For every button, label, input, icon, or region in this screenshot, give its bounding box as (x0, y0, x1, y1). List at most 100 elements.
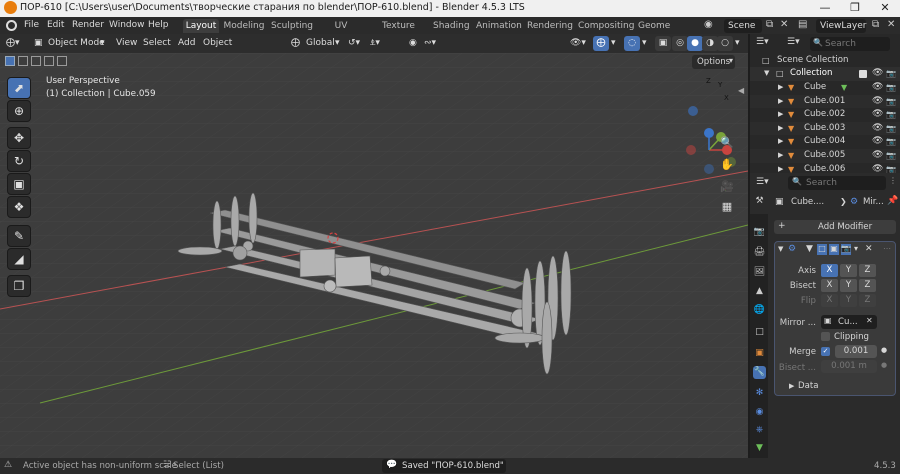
scale-tool-icon[interactable]: ▣ (7, 173, 31, 195)
object-mode-dropdown[interactable]: Object Mode (48, 36, 105, 51)
tab-physics-icon[interactable]: ◉ (753, 406, 766, 419)
pan-hand-icon[interactable]: ✋ (717, 155, 737, 175)
outliner-editor-type-icon[interactable]: ☰▾ (756, 37, 769, 47)
snap-icon[interactable]: ⍎▾ (370, 36, 380, 51)
select-mode-subtract-icon[interactable] (31, 56, 41, 66)
tab-geometry[interactable]: Geome (638, 19, 670, 33)
outliner-object-row[interactable]: ▶ ▼ Cube.005 👁 📷 (750, 149, 900, 163)
object-visibility-eye-icon[interactable]: 👁 (872, 122, 883, 136)
transform-tool-icon[interactable]: ❖ (7, 196, 31, 218)
tab-animation[interactable]: Animation (476, 19, 522, 33)
transform-orientation-dropdown[interactable]: Global (306, 36, 335, 51)
tab-constraints-icon[interactable]: ⎈ (753, 424, 766, 437)
select-mode-new-icon[interactable] (5, 56, 15, 66)
tab-object-icon[interactable]: ▣ (753, 347, 766, 360)
menu-select[interactable]: Select (143, 36, 171, 51)
camera-view-icon[interactable]: 🎥 (717, 177, 737, 197)
cage-toggle-icon[interactable]: □ (817, 244, 827, 255)
object-visibility-eye-icon[interactable]: 👁 (872, 135, 883, 149)
outliner-filter-icon[interactable]: ☰▾ (787, 37, 800, 47)
menu-window[interactable]: Window (109, 20, 145, 30)
shading-wireframe-icon[interactable]: ◎ (672, 36, 688, 51)
scene-copy-icon[interactable]: ⧉ (766, 19, 773, 30)
pivot-point-icon[interactable]: ↺▾ (348, 36, 360, 51)
tab-render-icon[interactable]: 📷 (753, 226, 766, 239)
perspective-toggle-icon[interactable]: ▦ (717, 197, 737, 217)
tab-layout[interactable]: Layout (183, 19, 219, 33)
menu-edit[interactable]: Edit (47, 20, 64, 30)
scene-icon[interactable]: ◉ (704, 19, 713, 30)
object-render-camera-icon[interactable]: 📷 (886, 108, 896, 122)
viewlayer-copy-icon[interactable]: ⧉ (872, 19, 879, 30)
3d-viewport[interactable]: X Z Y User Perspective (1) Collection | … (0, 53, 748, 458)
object-render-camera-icon[interactable]: 📷 (886, 95, 896, 109)
blender-menu-icon[interactable] (6, 20, 17, 31)
bisect-z-toggle[interactable]: Z (859, 279, 876, 292)
tab-modifier-icon[interactable]: 🔧 (753, 366, 766, 379)
object-expand-icon[interactable]: ▶ (778, 122, 783, 136)
menu-add[interactable]: Add (178, 36, 195, 51)
xray-toggle-icon[interactable]: ▣ (655, 36, 671, 51)
edit-mode-toggle-icon[interactable]: ▼ (806, 244, 813, 254)
rotate-tool-icon[interactable]: ↻ (7, 150, 31, 172)
data-subpanel-expand-icon[interactable]: ▶ (789, 382, 794, 390)
axis-y-toggle[interactable]: Y (840, 264, 857, 277)
outliner-object-row[interactable]: ▶ ▼ Cube.004 👁 📷 (750, 135, 900, 149)
outliner-object-row[interactable]: ▶ ▼ Cube.003 👁 📷 (750, 121, 900, 136)
pin-icon[interactable]: 📌 (887, 196, 898, 206)
shading-material-icon[interactable]: ◑ (702, 36, 718, 51)
scene-delete-icon[interactable]: ✕ (780, 19, 788, 30)
gizmo-toggle-icon[interactable]: ⨁ (593, 36, 609, 51)
realtime-toggle-icon[interactable]: ▣ (829, 244, 839, 255)
tab-tool-icon[interactable]: ⚒ (753, 195, 766, 208)
merge-checkbox[interactable]: ✓ (821, 347, 830, 356)
shading-solid-icon[interactable]: ● (687, 36, 703, 51)
tab-rendering[interactable]: Rendering (527, 19, 573, 33)
modifier-collapse-icon[interactable]: ▼ (778, 245, 783, 253)
outliner-collection[interactable]: ▼ □ Collection 👁 📷 (750, 67, 900, 81)
object-visibility-eye-icon[interactable]: 👁 (872, 149, 883, 163)
falloff-icon[interactable]: ∾▾ (424, 36, 436, 51)
proportional-edit-icon[interactable]: ◉ (409, 36, 417, 51)
move-tool-icon[interactable]: ✥ (7, 127, 31, 149)
flip-z-toggle[interactable]: Z (859, 294, 876, 307)
object-render-camera-icon[interactable]: 📷 (886, 122, 896, 136)
menu-file[interactable]: File (24, 20, 39, 30)
clipping-checkbox[interactable] (821, 332, 830, 341)
object-expand-icon[interactable]: ▶ (778, 95, 783, 109)
tab-sculpting[interactable]: Sculpting (271, 19, 313, 33)
object-visibility-eye-icon[interactable]: 👁 (872, 108, 883, 122)
tab-modeling[interactable]: Modeling (223, 19, 265, 33)
editor-type-icon[interactable]: ⨁▾ (6, 36, 20, 51)
modifier-drag-handle-icon[interactable]: ⋯ (883, 244, 891, 253)
tab-data-icon[interactable]: ▼ (753, 442, 766, 455)
tab-compositing[interactable]: Compositing (578, 19, 634, 33)
object-expand-icon[interactable]: ▶ (778, 149, 783, 163)
menu-object[interactable]: Object (203, 36, 232, 51)
properties-options-icon[interactable]: ⋮ (889, 176, 897, 185)
tab-shading[interactable]: Shading (433, 19, 470, 33)
visibility-icon[interactable]: 👁▾ (570, 36, 586, 51)
merge-keyframe-dot-icon[interactable]: ● (881, 346, 887, 354)
collection-render-camera-icon[interactable]: 📷 (886, 67, 896, 81)
overlay-toggle-icon[interactable]: ◌ (624, 36, 640, 51)
add-modifier-button[interactable]: + Add Modifier (774, 220, 896, 234)
outliner-scene-collection[interactable]: □ Scene Collection (750, 54, 900, 68)
object-visibility-eye-icon[interactable]: 👁 (872, 81, 883, 95)
object-expand-icon[interactable]: ▶ (778, 135, 783, 149)
flip-x-toggle[interactable]: X (821, 294, 838, 307)
viewlayer-delete-icon[interactable]: ✕ (887, 19, 895, 30)
menu-view[interactable]: View (116, 36, 137, 51)
mirror-object-field[interactable]: ▣ Cu... ✕ (821, 315, 877, 329)
select-mode-invert-icon[interactable] (44, 56, 54, 66)
bisect-distance-field[interactable]: 0.001 m (821, 360, 877, 373)
tab-texture-paint[interactable]: Texture Paint (370, 19, 427, 45)
overlay-dropdown-icon[interactable]: ▾ (642, 36, 647, 51)
data-subpanel-label[interactable]: Data (798, 381, 819, 391)
add-cube-tool-icon[interactable]: ❐ (7, 275, 31, 297)
tab-world-icon[interactable]: 🌐 (753, 304, 766, 317)
gizmo-dropdown-icon[interactable]: ▾ (611, 36, 616, 51)
tab-scene-icon[interactable]: ▲ (753, 285, 766, 298)
outliner-object-row[interactable]: ▶ ▼ Cube.001 👁 📷 (750, 94, 900, 109)
bisect-x-toggle[interactable]: X (821, 279, 838, 292)
